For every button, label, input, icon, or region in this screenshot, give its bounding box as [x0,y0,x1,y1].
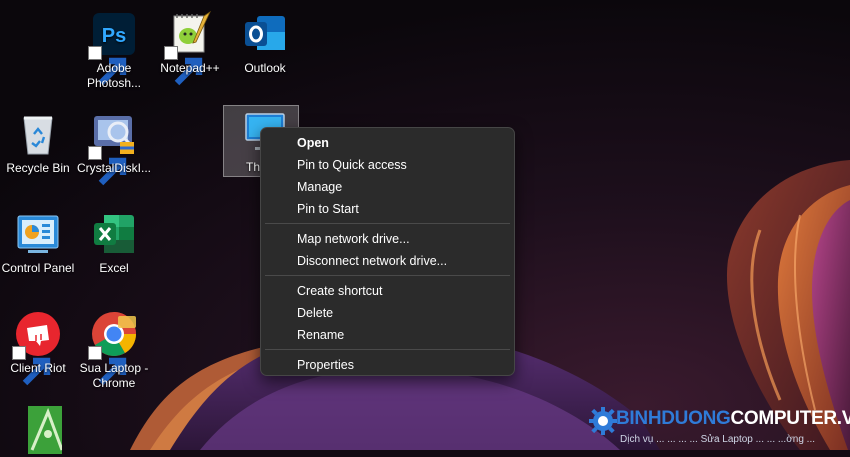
recycle-bin-icon [23,116,53,155]
menu-item-pin-to-start[interactable]: Pin to Start [261,198,514,220]
outlook-icon [245,16,285,50]
menu-item-map-network-drive[interactable]: Map network drive... [261,228,514,250]
desktop-icon-label: Adobe Photosh... [86,61,142,90]
brand-name-part1: BINHDUONG [616,408,731,429]
desktop-icon-label: Recycle Bin [6,161,70,175]
menu-separator [265,275,510,276]
desktop-icon-coreldraw[interactable] [0,406,76,457]
desktop-icon-label: Notepad++ [160,61,220,75]
gear-icon [589,407,617,435]
desktop-icon-label: Excel [99,261,129,275]
menu-separator [265,223,510,224]
menu-item-properties[interactable]: Properties [261,354,514,376]
desktop-icon-label: CrystalDiskI... [76,161,151,175]
control-panel-icon [17,215,59,253]
menu-item-open[interactable]: Open [261,132,514,154]
coreldraw-icon [28,406,62,454]
desktop-icon-label: Sua Laptop - Chrome [79,361,149,390]
brand-tagline: Dịch vụ ... ... ... ... Sửa Laptop ... .… [620,434,815,445]
shortcut-arrow-icon [88,146,127,186]
desktop-icon-notepad-plus-plus[interactable]: Notepad++ [152,10,228,86]
desktop-icon-recycle-bin[interactable]: Recycle Bin [0,110,76,176]
desktop-icon-crystaldiskinfo[interactable]: CrystalDiskI... [76,110,152,186]
desktop-icon-label: Control Panel [1,261,75,275]
excel-icon [94,215,134,253]
menu-separator [265,349,510,350]
menu-item-manage[interactable]: Manage [261,176,514,198]
desktop-icon-label: Outlook [244,61,286,75]
desktop-icon-outlook[interactable]: Outlook [227,10,303,76]
menu-item-create-shortcut[interactable]: Create shortcut [261,280,514,302]
brand-name-part2: COMPUTER.VN [730,408,850,429]
menu-item-disconnect-network-drive[interactable]: Disconnect network drive... [261,250,514,272]
brand-name: BINHDUONGCOMPUTER.VN [616,408,850,430]
desktop-icon-excel[interactable]: Excel [76,210,152,276]
shortcut-arrow-icon [164,46,203,86]
shortcut-arrow-icon [88,46,127,86]
svg-text:Ps: Ps [102,25,126,47]
shortcut-arrow-icon [12,346,51,386]
menu-item-delete[interactable]: Delete [261,302,514,324]
desktop-icon-label: Client Riot [10,361,66,375]
desktop-icon-chrome[interactable]: Sua Laptop - Chrome [76,310,152,391]
brand-watermark: BINHDUONGCOMPUTER.VN Dịch vụ ... ... ...… [586,404,850,450]
desktop-icon-photoshop[interactable]: Ps Adobe Photosh... [76,10,152,91]
menu-item-pin-to-quick-access[interactable]: Pin to Quick access [261,154,514,176]
desktop-icon-control-panel[interactable]: Control Panel [0,210,76,276]
desktop-icon-riot-client[interactable]: Client Riot [0,310,76,386]
context-menu: Open Pin to Quick access Manage Pin to S… [260,127,515,376]
menu-item-rename[interactable]: Rename [261,324,514,346]
shortcut-arrow-icon [88,346,127,386]
